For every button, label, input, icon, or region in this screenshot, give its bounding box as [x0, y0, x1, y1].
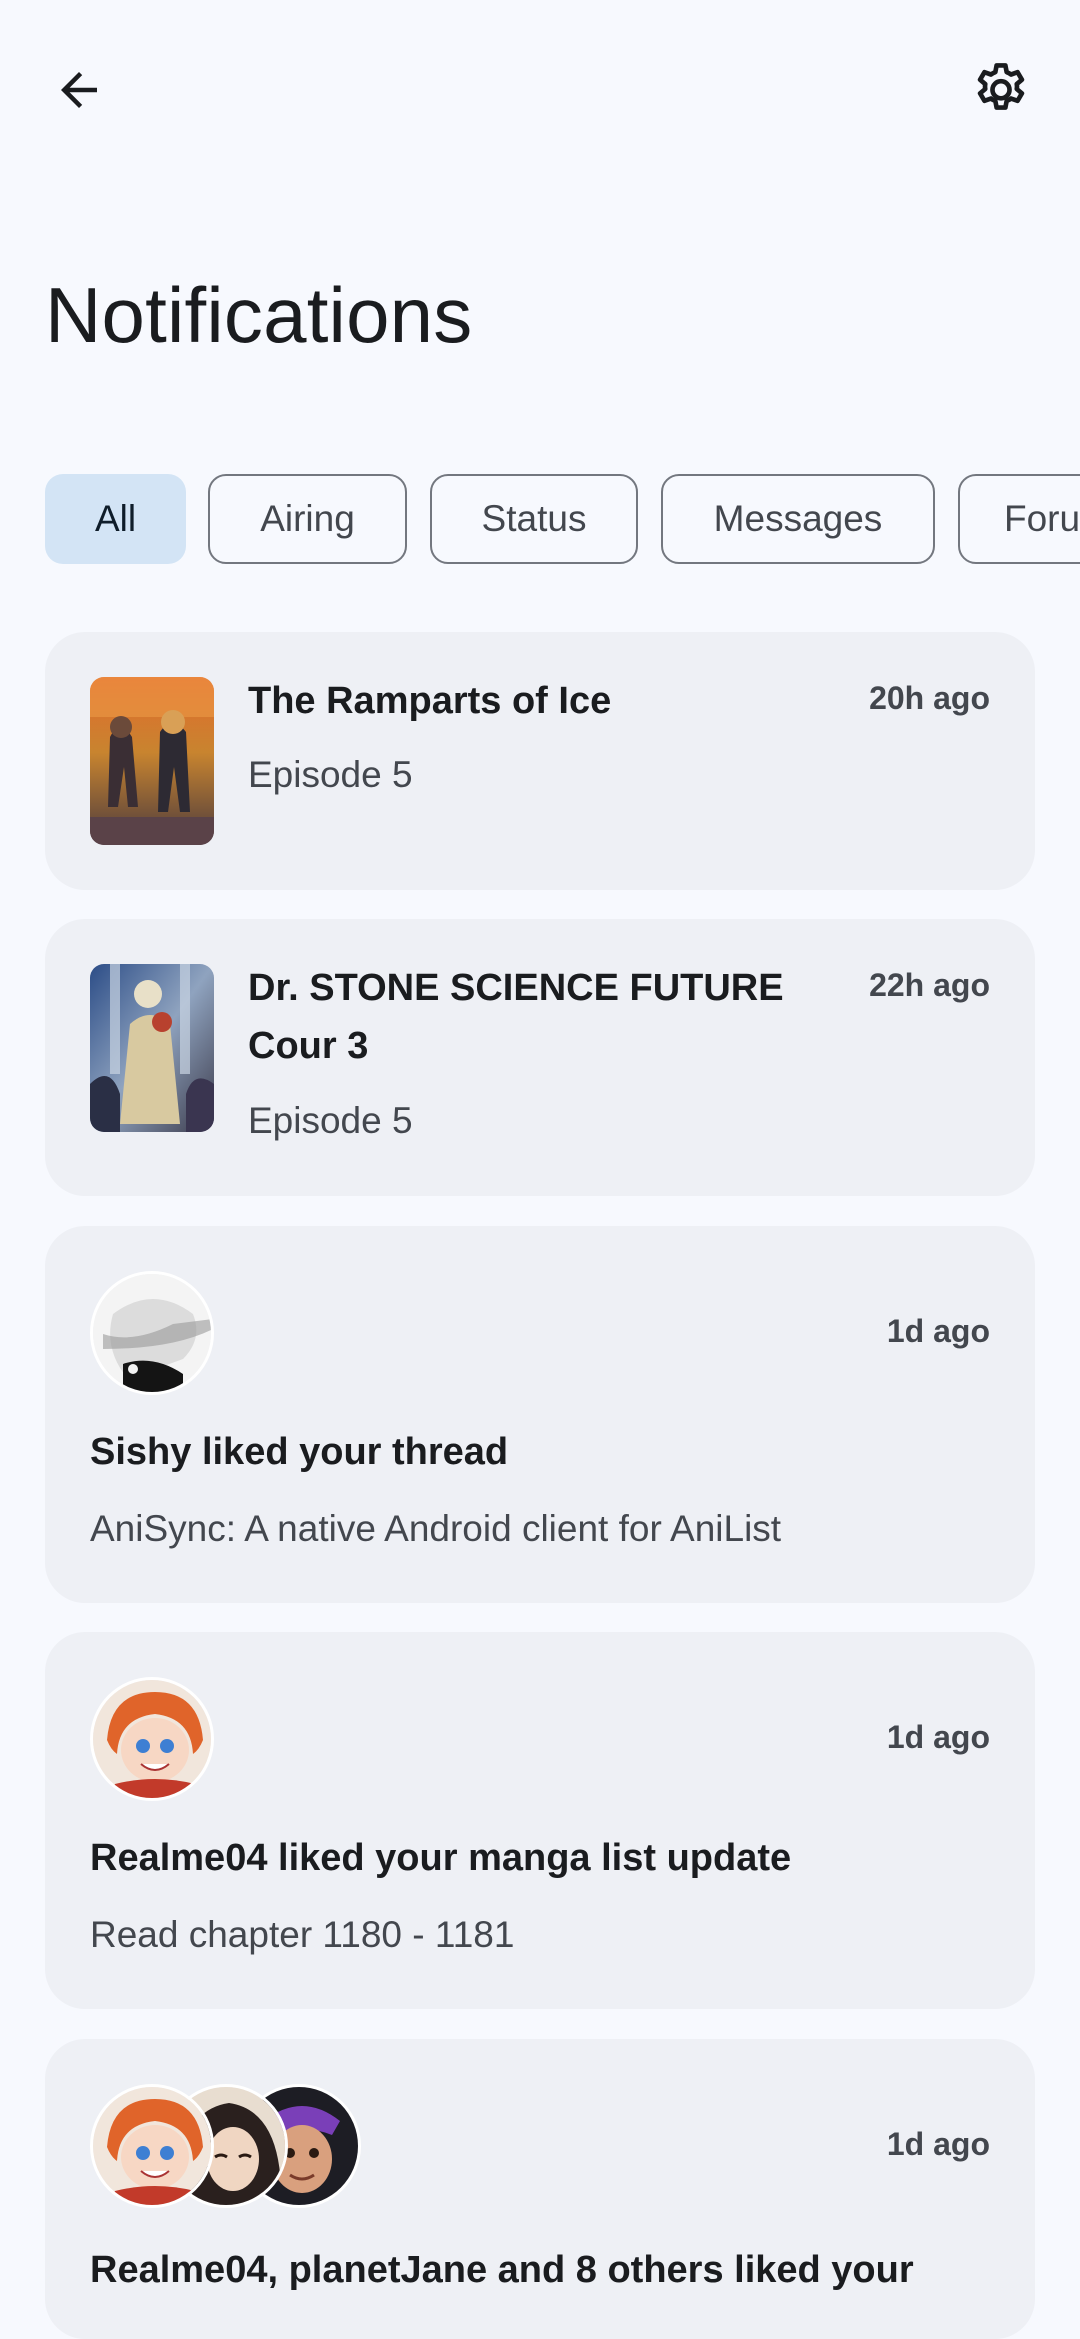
page-title: Notifications: [45, 271, 473, 359]
chip-all[interactable]: All: [45, 474, 186, 564]
notification-title: Realme04, planetJane and 8 others liked …: [90, 2249, 914, 2291]
notification-time: 1d ago: [886, 1719, 990, 1755]
user-avatar: [90, 1677, 214, 1801]
arrow-back-icon: [61, 72, 97, 108]
notification-time: 20h ago: [869, 680, 990, 716]
notification-subtitle: Episode 5: [248, 1100, 413, 1141]
notification-title: Dr. STONE SCIENCE FUTURE Cour 3: [248, 967, 784, 1067]
user-avatar: [90, 1271, 214, 1395]
anime-cover-image: [90, 964, 214, 1132]
gear-icon: [977, 63, 1025, 110]
notification-title: The Ramparts of Ice: [248, 680, 612, 722]
settings-button[interactable]: [953, 42, 1049, 138]
notification-subtitle: AniSync: A native Android client for Ani…: [90, 1508, 782, 1549]
chip-airing[interactable]: Airing: [208, 474, 407, 564]
notification-card[interactable]: The Ramparts of Ice Episode 5 20h ago: [45, 632, 1035, 890]
filter-chip-row[interactable]: All Airing Status Messages Forums: [45, 474, 1080, 564]
back-button[interactable]: [31, 42, 127, 138]
notification-title: Realme04 liked your manga list update: [90, 1837, 792, 1879]
notification-time: 1d ago: [886, 1313, 990, 1349]
top-app-bar: [0, 0, 1080, 180]
notification-time: 22h ago: [869, 967, 990, 1003]
notification-card[interactable]: 1d ago Sishy liked your thread AniSync: …: [45, 1226, 1035, 1603]
notification-card[interactable]: 1d ago Realme04, planetJane and 8 others…: [45, 2039, 1035, 2339]
chip-status[interactable]: Status: [430, 474, 638, 564]
notification-time: 1d ago: [886, 2126, 990, 2162]
notification-title: Sishy liked your thread: [90, 1431, 509, 1473]
notification-subtitle: Read chapter 1180 - 1181: [90, 1914, 515, 1955]
user-avatar: [90, 2084, 214, 2208]
chip-messages[interactable]: Messages: [661, 474, 935, 564]
chip-forums[interactable]: Forums: [958, 474, 1080, 564]
anime-cover-image: [90, 677, 214, 845]
notification-subtitle: Episode 5: [248, 754, 413, 795]
notification-card[interactable]: Dr. STONE SCIENCE FUTURE Cour 3 Episode …: [45, 919, 1035, 1196]
notification-card[interactable]: 1d ago Realme04 liked your manga list up…: [45, 1632, 1035, 2009]
